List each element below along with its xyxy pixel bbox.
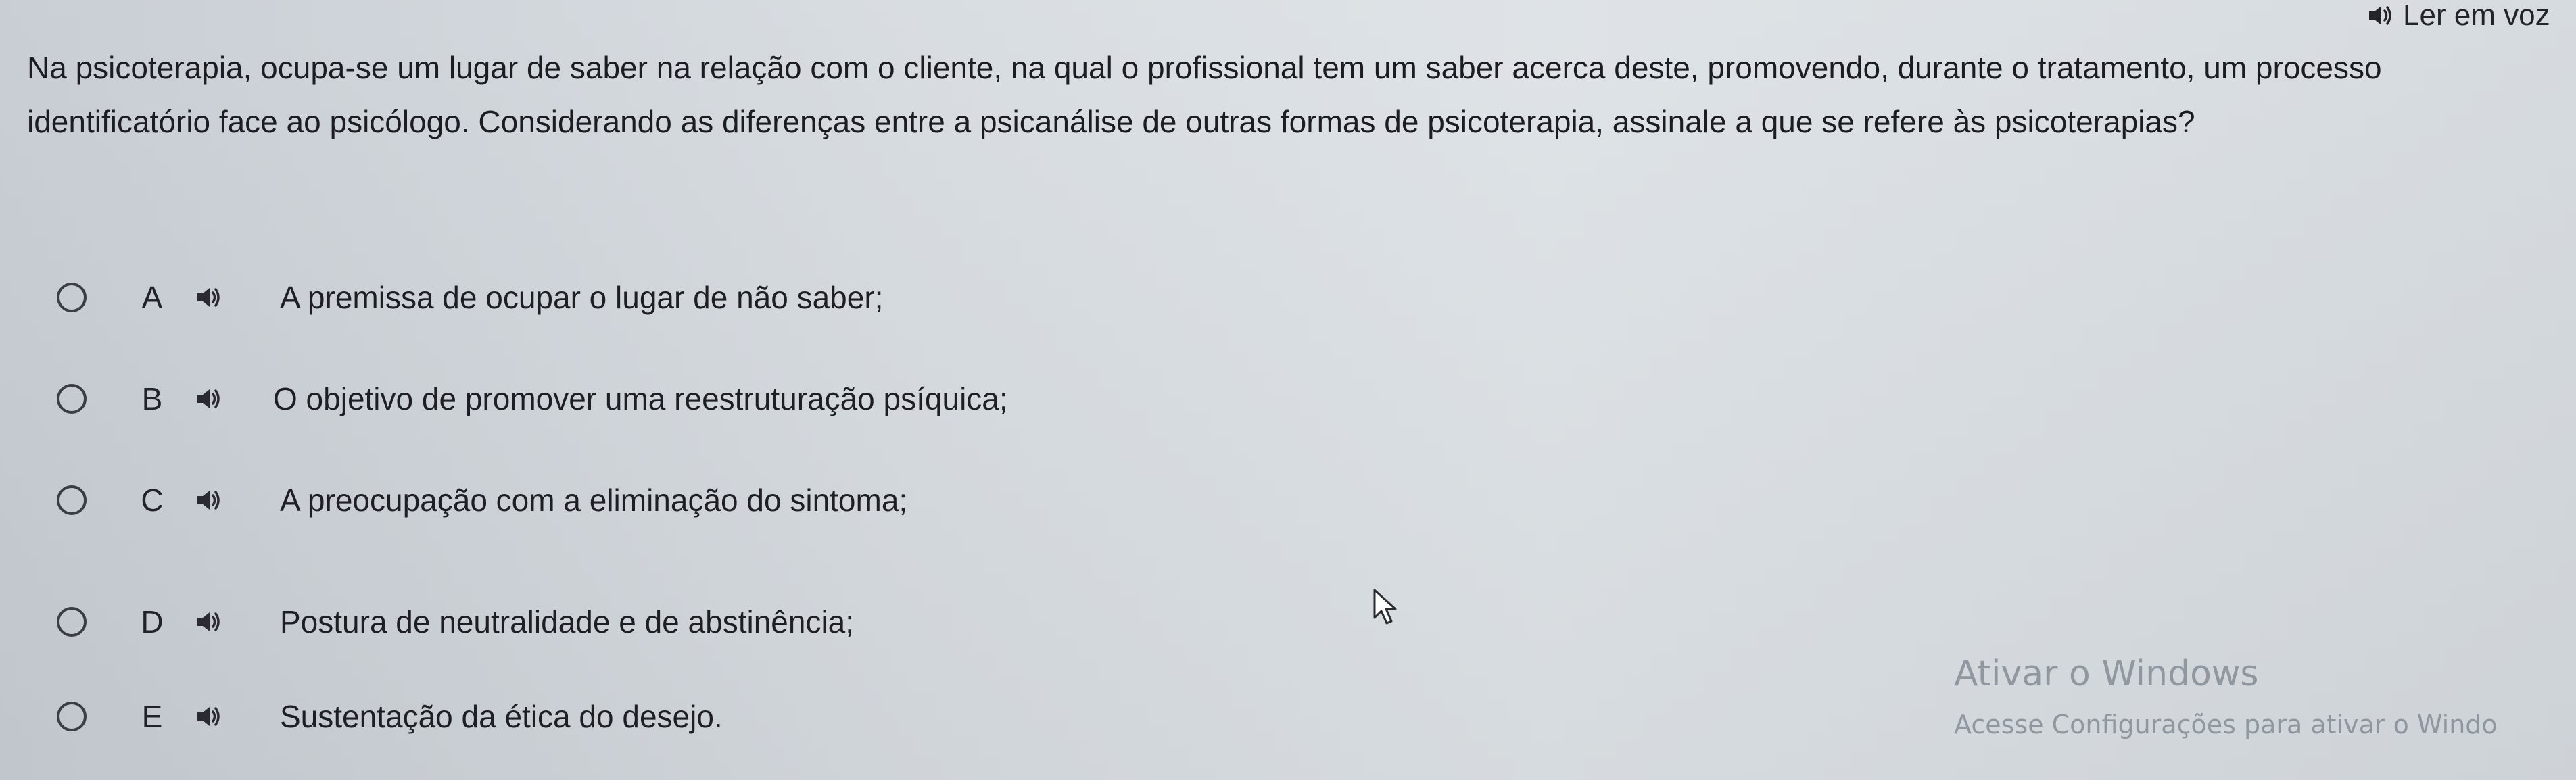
- speaker-icon[interactable]: [195, 387, 222, 414]
- option-letter-b: B: [141, 381, 163, 416]
- option-a[interactable]: A A premissa de ocupar o lugar de não sa…: [47, 277, 883, 318]
- speaker-icon[interactable]: [195, 488, 222, 516]
- option-letter-c: C: [141, 483, 164, 518]
- speaker-icon[interactable]: [195, 610, 222, 637]
- read-aloud-link[interactable]: Ler em voz: [2366, 0, 2550, 32]
- read-aloud-label: Ler em voz: [2403, 0, 2550, 32]
- option-text-b: O objetivo de promover uma reestruturaçã…: [273, 381, 1008, 416]
- radio-button-c[interactable]: [57, 485, 87, 515]
- option-text-a: A premissa de ocupar o lugar de não sabe…: [280, 280, 884, 315]
- speaker-icon: [2366, 3, 2393, 28]
- watermark-subtitle: Acesse Configurações para ativar o Windo: [1954, 710, 2498, 739]
- radio-button-b[interactable]: [57, 384, 87, 414]
- option-text-c: A preocupação com a eliminação do sintom…: [280, 483, 908, 518]
- option-c[interactable]: C A preocupação com a eliminação do sint…: [47, 480, 907, 520]
- option-letter-d: D: [141, 604, 164, 639]
- option-b[interactable]: B O objetivo de promover uma reestrutura…: [47, 379, 1008, 419]
- speaker-icon[interactable]: [195, 285, 222, 313]
- radio-button-a[interactable]: [57, 283, 87, 312]
- windows-activation-watermark: Ativar o Windows Acesse Configurações pa…: [1954, 650, 2498, 745]
- radio-button-e[interactable]: [57, 702, 87, 731]
- option-letter-e: E: [141, 699, 163, 734]
- question-text: Na psicoterapia, ocupa-se um lugar de sa…: [27, 50, 2382, 139]
- option-d[interactable]: D Postura de neutralidade e de abstinênc…: [47, 602, 854, 642]
- radio-button-d[interactable]: [57, 607, 87, 637]
- option-e[interactable]: E Sustentação da ética do desejo.: [47, 696, 723, 737]
- speaker-icon[interactable]: [195, 704, 222, 732]
- option-text-e: Sustentação da ética do desejo.: [280, 699, 723, 734]
- option-letter-a: A: [141, 280, 163, 315]
- mouse-pointer-icon: [1373, 588, 1400, 629]
- option-text-d: Postura de neutralidade e de abstinência…: [280, 604, 855, 639]
- watermark-title: Ativar o Windows: [1954, 654, 2259, 694]
